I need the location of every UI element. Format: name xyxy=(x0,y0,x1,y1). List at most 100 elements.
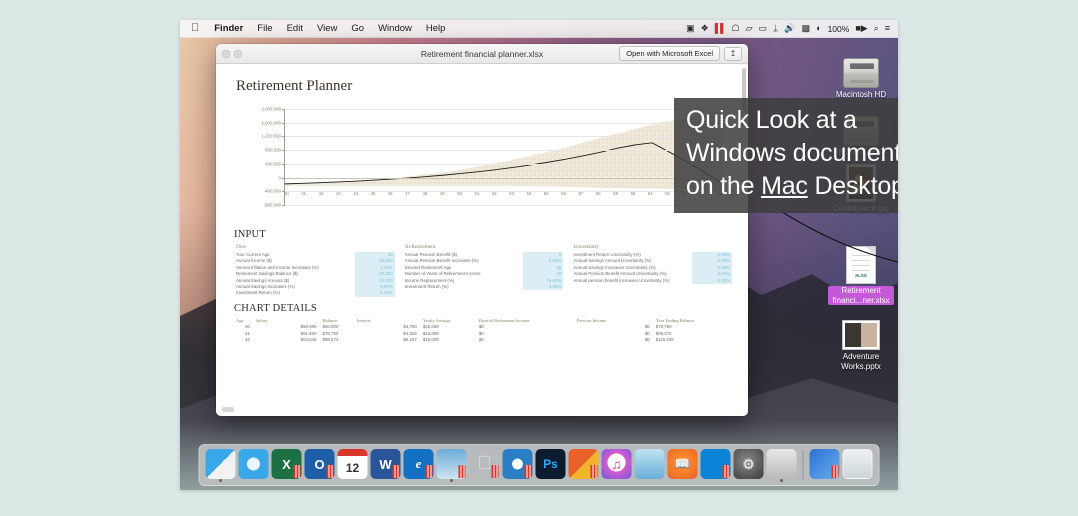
desktop-icon-retirement-xlsx[interactable]: XLSX Retirement financi...ner.xlsx xyxy=(828,242,894,305)
input-row[interactable]: Annual pension benefit increases Uncerta… xyxy=(573,277,733,285)
itunes-icon: ♫ xyxy=(611,456,622,472)
open-with-excel-button[interactable]: Open with Microsoft Excel xyxy=(619,46,720,61)
calendar-icon: 12 xyxy=(345,460,360,475)
menu-item-finder[interactable]: Finder xyxy=(207,23,250,34)
hard-drive-icon xyxy=(828,46,894,88)
desktop-icon-label: Retirement financi...ner.xlsx xyxy=(828,286,894,305)
menu-item-help[interactable]: Help xyxy=(419,23,453,34)
caption-line-3: on the Mac Desktop. xyxy=(686,170,898,203)
input-row[interactable]: Investment Return (%) 6.25% xyxy=(404,284,564,291)
cell-desired-retirement-income: $0 xyxy=(478,324,484,330)
home-icon[interactable]: ☖ xyxy=(731,24,739,33)
dock-item-trash[interactable] xyxy=(842,449,873,481)
dock-item-internet-explorer[interactable]: e xyxy=(502,449,533,481)
dock-item-windows-app[interactable] xyxy=(809,449,840,481)
menu-item-edit[interactable]: Edit xyxy=(280,23,310,34)
dock-separator xyxy=(802,449,804,480)
input-value[interactable]: 0.00% xyxy=(692,277,733,285)
menu-item-go[interactable]: Go xyxy=(344,23,371,34)
input-column-uncertainty: Uncertainty Investment Return Uncertaint… xyxy=(573,244,733,297)
dock-item-excel[interactable]: X xyxy=(271,449,302,481)
pause-icon[interactable]: ▌▌ xyxy=(715,24,727,33)
dock-item-outlook[interactable]: O xyxy=(304,449,335,481)
cell-year-ending-balance: $78,750 xyxy=(655,324,672,330)
word-icon: W xyxy=(379,456,392,472)
xlsx-file-icon: XLSX xyxy=(828,242,894,284)
cell-salary: $50,000 xyxy=(300,324,317,330)
chart-ytick: -800,000 xyxy=(263,202,281,208)
menu-item-window[interactable]: Window xyxy=(371,23,419,34)
dock-item-word[interactable]: W xyxy=(370,449,401,481)
quick-look-title-bar[interactable]: Retirement financial planner.xlsx Open w… xyxy=(216,44,748,64)
close-icon[interactable] xyxy=(222,49,230,58)
input-value[interactable]: 6.25% xyxy=(354,290,395,297)
cell-balance: $98,672 xyxy=(322,337,339,343)
battery-icon[interactable]: ■▶ xyxy=(855,24,867,33)
chart-xtick: 50 xyxy=(457,191,462,196)
desktop-icon-macintosh-hd[interactable]: Macintosh HD xyxy=(828,46,894,100)
dock-item-calendar[interactable]: 12 xyxy=(337,449,368,481)
dock-item-remote-desktop[interactable] xyxy=(436,449,467,482)
dock-item-itunes[interactable]: ♫ xyxy=(601,449,632,481)
input-label: Annual pension benefit increases Uncerta… xyxy=(573,277,670,283)
chart-xtick: 54 xyxy=(526,191,532,196)
dock-item-safari[interactable] xyxy=(238,449,269,481)
cell-age: 40 xyxy=(244,324,250,330)
dock-item-powerpoint[interactable] xyxy=(568,449,599,481)
input-language-flag-icon[interactable]: ▩ xyxy=(802,24,811,33)
cell-balance: $78,750 xyxy=(322,330,339,336)
input-value[interactable]: 6.25% xyxy=(523,284,564,291)
chart-xtick: 45 xyxy=(370,191,376,196)
menu-item-view[interactable]: View xyxy=(310,23,344,34)
cell-salary: $53,045 xyxy=(300,337,317,343)
cell-age: 41 xyxy=(244,330,250,336)
dock-item-screen-capture[interactable] xyxy=(766,449,797,482)
dock-item-system-preferences[interactable]: ⚙ xyxy=(733,449,764,481)
cell-spacer xyxy=(357,331,388,338)
resize-handle[interactable] xyxy=(222,407,234,412)
apple-menu-icon[interactable]:  xyxy=(185,23,207,34)
chart-xtick: 56 xyxy=(561,191,566,196)
dock-item-windows[interactable] xyxy=(700,449,731,481)
notification-center-icon[interactable]: ≡ xyxy=(885,24,890,33)
excel-icon: X xyxy=(282,456,291,472)
fullscreen-icon[interactable] xyxy=(234,49,242,58)
table-row[interactable]: 40 $50,000 $60,000 $3,750 $15,000 $0 $0 xyxy=(236,324,732,331)
chart-xtick: 57 xyxy=(578,191,584,196)
bluetooth-icon[interactable]: ᛦ xyxy=(773,24,778,33)
dock-item-ibooks[interactable]: 📖 xyxy=(667,449,698,481)
airplay-icon[interactable]: ▱ xyxy=(746,24,753,33)
menu-item-file[interactable]: File xyxy=(250,23,279,34)
screen-recording-icon[interactable]: ▣ xyxy=(686,24,695,33)
dock-item-photoshop[interactable]: Ps xyxy=(535,449,566,481)
wifi-icon[interactable]: ◐ xyxy=(816,24,821,33)
dropbox-icon[interactable]: ❖ xyxy=(701,24,709,33)
cell-spacer xyxy=(577,331,636,338)
chart-xtick: 55 xyxy=(543,191,549,196)
input-heading: INPUT xyxy=(234,229,266,240)
chart-xtick: 47 xyxy=(405,191,410,196)
table-row[interactable]: 41 $51,500 $78,750 $4,922 $15,000 $0 $0 xyxy=(236,331,732,338)
chart-xtick: 58 xyxy=(595,191,601,196)
chart-xtick: 41 xyxy=(301,191,306,196)
chart-xtick: 52 xyxy=(491,191,497,196)
table-row[interactable]: 42 $53,045 $98,672 $6,167 $15,000 $0 $0 xyxy=(236,337,732,344)
desktop-icon-adventure-works-pptx[interactable]: Adventure Works.pptx xyxy=(828,308,894,371)
dock-item-finder[interactable] xyxy=(205,449,236,482)
volume-icon[interactable]: 🔊 xyxy=(784,24,795,33)
dock-item-preview[interactable] xyxy=(634,449,665,481)
chart-details-table: Age Salary Balance Interest Yearly Savin… xyxy=(236,318,732,344)
caption-line-3-underline: Mac xyxy=(761,172,808,200)
cell-pension-income: $0 xyxy=(644,330,650,336)
cell-desired-retirement-income: $0 xyxy=(478,337,484,343)
share-icon[interactable]: ↥ xyxy=(724,46,742,61)
dock-item-edge[interactable]: e xyxy=(403,449,434,481)
search-icon[interactable]: ⌕ xyxy=(874,24,879,33)
input-row[interactable]: Investment Return (%) 6.25% xyxy=(236,290,395,297)
chart-xtick: 61 xyxy=(647,191,653,196)
dock-item-apple[interactable]:  xyxy=(470,449,500,481)
display-icon[interactable]: ▭ xyxy=(758,24,767,33)
chart-ytick: -400,000 xyxy=(263,188,281,194)
input-label: Investment Return (%) xyxy=(404,284,449,290)
menu-bar-status-area: ▣ ❖ ▌▌ ☖ ▱ ▭ ᛦ 🔊 ▩ ◐ 100% ■▶ ⌕ ≡ xyxy=(686,24,893,34)
